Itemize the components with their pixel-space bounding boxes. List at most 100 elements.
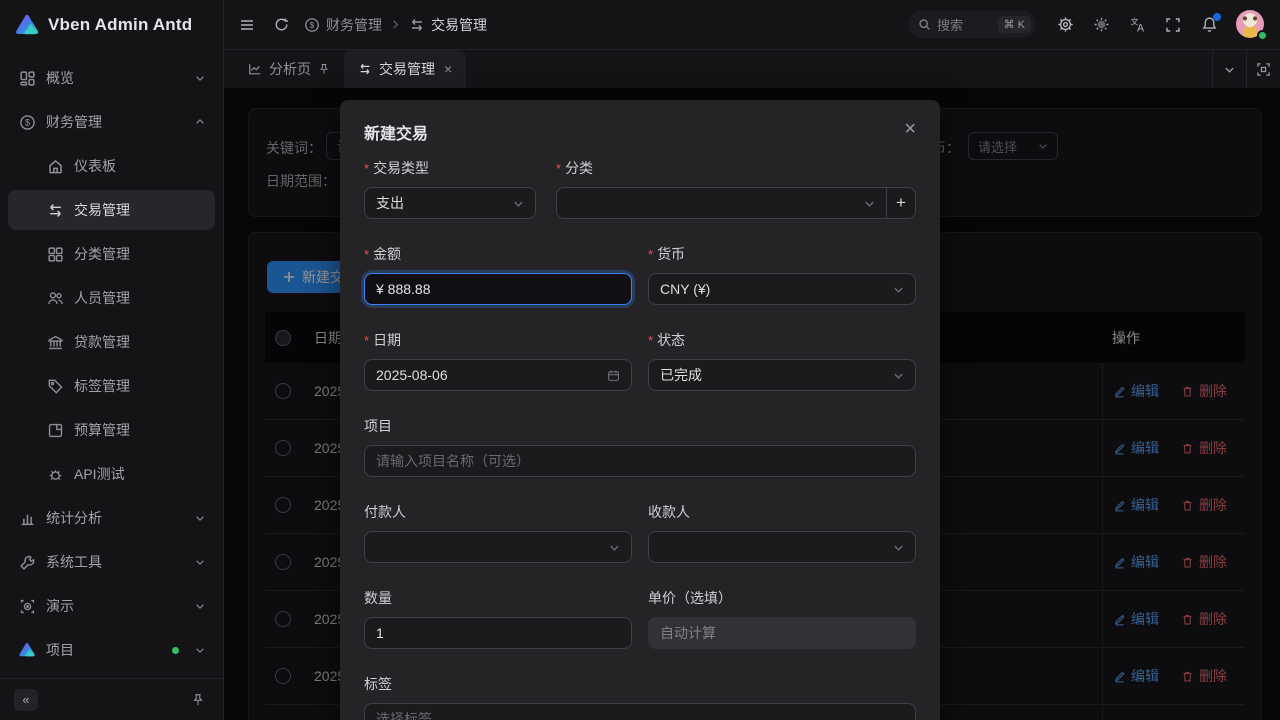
- field-unit-price: 单价（选填）: [648, 588, 916, 649]
- pin-icon[interactable]: [318, 63, 330, 75]
- maximize-content-icon[interactable]: [1246, 50, 1280, 88]
- bar-chart-icon: [18, 509, 36, 527]
- language-translate-icon[interactable]: 文A: [1120, 8, 1154, 42]
- sidebar-item-budget[interactable]: 预算管理: [8, 410, 215, 450]
- date-picker[interactable]: 2025-08-06: [364, 359, 632, 391]
- sidebar-item-project[interactable]: 项目: [8, 630, 215, 670]
- user-avatar[interactable]: [1236, 10, 1266, 40]
- tag-icon: [46, 377, 64, 395]
- search-shortcut-badge: ⌘ K: [998, 16, 1031, 33]
- field-label: 交易类型: [373, 158, 429, 178]
- tab-close-icon[interactable]: ×: [444, 62, 452, 76]
- field-label: 单价（选填）: [648, 588, 732, 608]
- dashboard-grid-icon: [18, 69, 36, 87]
- modal-title: 新建交易: [364, 120, 428, 144]
- sidebar-item-label: API测试: [74, 464, 205, 484]
- field-category: *分类 +: [556, 158, 916, 219]
- quantity-input[interactable]: [364, 617, 632, 649]
- notifications-bell-icon[interactable]: [1192, 8, 1226, 42]
- logo-icon: [14, 12, 40, 38]
- sidebar-item-label: 分类管理: [74, 244, 205, 264]
- online-status-dot: [172, 647, 179, 654]
- required-asterisk: *: [648, 248, 653, 261]
- sidebar-item-overview[interactable]: 概览: [8, 58, 215, 98]
- select-value: 支出: [376, 193, 404, 213]
- sidebar-item-tags[interactable]: 标签管理: [8, 366, 215, 406]
- breadcrumb-finance[interactable]: $ 财务管理: [304, 15, 382, 35]
- category-select[interactable]: [556, 187, 887, 219]
- field-label: 货币: [657, 244, 685, 264]
- add-category-button[interactable]: +: [886, 187, 916, 219]
- status-select[interactable]: 已完成: [648, 359, 916, 391]
- sidebar-collapse-button[interactable]: «: [14, 689, 38, 711]
- logo[interactable]: Vben Admin Antd: [0, 0, 223, 50]
- header-actions: 搜索 ⌘ K 文A: [908, 8, 1280, 42]
- sidebar-item-categories[interactable]: 分类管理: [8, 234, 215, 274]
- svg-text:$: $: [310, 21, 315, 30]
- chevron-down-icon: [609, 542, 620, 553]
- tabbar-controls: [1212, 50, 1280, 88]
- field-amount: *金额: [364, 244, 632, 305]
- hamburger-menu-icon[interactable]: [230, 8, 264, 42]
- chevron-down-icon: [513, 198, 524, 209]
- theme-sun-icon[interactable]: [1084, 8, 1118, 42]
- field-date: * 日期 2025-08-06: [364, 330, 632, 391]
- tabs-dropdown-chevron-icon[interactable]: [1212, 50, 1246, 88]
- payee-select[interactable]: [648, 531, 916, 563]
- search-input[interactable]: 搜索 ⌘ K: [908, 11, 1036, 38]
- project-input[interactable]: [364, 445, 916, 477]
- required-asterisk: *: [364, 162, 369, 175]
- chevron-down-icon: [195, 645, 205, 655]
- required-asterisk: *: [648, 334, 653, 347]
- sidebar-item-dashboard[interactable]: 仪表板: [8, 146, 215, 186]
- sidebar-item-stats[interactable]: 统计分析: [8, 498, 215, 538]
- project-logo-icon: [18, 641, 36, 659]
- app-title: Vben Admin Antd: [48, 15, 192, 35]
- breadcrumb: $ 财务管理 交易管理: [304, 15, 487, 35]
- sidebar: Vben Admin Antd 概览 $ 财务管理: [0, 0, 224, 720]
- field-label: 状态: [657, 330, 685, 350]
- fullscreen-icon[interactable]: [1156, 8, 1190, 42]
- sidebar-item-system-tools[interactable]: 系统工具: [8, 542, 215, 582]
- modal-close-icon[interactable]: ×: [904, 120, 916, 138]
- transaction-type-select[interactable]: 支出: [364, 187, 536, 219]
- sidebar-pin-icon[interactable]: [187, 689, 209, 711]
- field-payee: 收款人: [648, 502, 916, 563]
- chevron-down-icon: [195, 73, 205, 83]
- chevron-right-icon: [390, 19, 401, 30]
- sidebar-item-label: 概览: [46, 68, 185, 88]
- sidebar-item-label: 人员管理: [74, 288, 205, 308]
- field-label: 日期: [373, 330, 401, 350]
- field-currency: * 货币 CNY (¥): [648, 244, 916, 305]
- sidebar-item-label: 交易管理: [74, 200, 205, 220]
- field-payer: 付款人: [364, 502, 632, 563]
- amount-input[interactable]: [364, 273, 632, 305]
- currency-select[interactable]: CNY (¥): [648, 273, 916, 305]
- sidebar-item-transactions[interactable]: 交易管理: [8, 190, 215, 230]
- settings-gear-icon[interactable]: [1048, 8, 1082, 42]
- sidebar-item-people[interactable]: 人员管理: [8, 278, 215, 318]
- select-value: 已完成: [660, 365, 702, 385]
- sidebar-item-loans[interactable]: 贷款管理: [8, 322, 215, 362]
- wrench-icon: [18, 553, 36, 571]
- avatar-status-dot: [1257, 30, 1268, 41]
- modal-header: 新建交易 ×: [340, 100, 940, 158]
- required-asterisk: *: [364, 334, 369, 347]
- users-icon: [46, 289, 64, 307]
- sidebar-item-label: 标签管理: [74, 376, 205, 396]
- notification-dot: [1213, 13, 1221, 21]
- tags-input[interactable]: [364, 703, 916, 720]
- chevron-down-icon: [893, 284, 904, 295]
- sidebar-item-api-test[interactable]: API测试: [8, 454, 215, 494]
- field-label: 金额: [373, 244, 401, 264]
- field-project: 项目: [364, 416, 916, 477]
- sidebar-item-finance[interactable]: $ 财务管理: [8, 102, 215, 142]
- sidebar-item-label: 贷款管理: [74, 332, 205, 352]
- svg-text:A: A: [1136, 22, 1144, 33]
- breadcrumb-transactions[interactable]: 交易管理: [409, 15, 487, 35]
- refresh-icon[interactable]: [264, 8, 298, 42]
- tab-transactions[interactable]: 交易管理 ×: [344, 50, 466, 88]
- payer-select[interactable]: [364, 531, 632, 563]
- tab-analysis[interactable]: 分析页: [234, 50, 344, 88]
- sidebar-item-demo[interactable]: 演示: [8, 586, 215, 626]
